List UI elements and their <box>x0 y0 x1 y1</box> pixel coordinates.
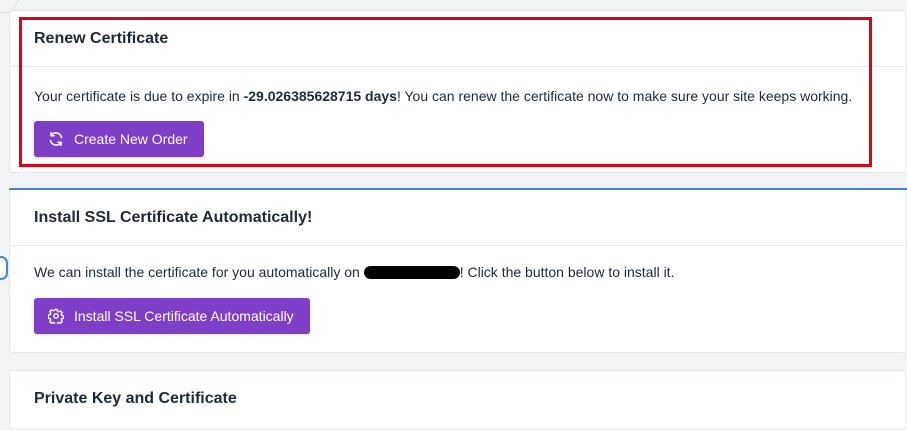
install-ssl-title: Install SSL Certificate Automatically! <box>34 208 313 226</box>
renew-certificate-title: Renew Certificate <box>34 29 169 47</box>
redacted-domain <box>363 266 460 279</box>
expiry-text-before: Your certificate is due to expire in <box>34 88 244 104</box>
renew-certificate-header: Renew Certificate <box>10 11 906 67</box>
renew-certificate-card: Renew Certificate Your certificate is du… <box>9 10 907 173</box>
private-key-header: Private Key and Certificate <box>10 371 906 427</box>
expiry-text-after: ! You can renew the certificate now to m… <box>396 88 853 104</box>
install-ssl-body: We can install the certificate for you a… <box>10 262 906 334</box>
install-ssl-header: Install SSL Certificate Automatically! <box>10 190 906 246</box>
install-ssl-card: Install SSL Certificate Automatically! W… <box>9 190 907 353</box>
create-new-order-button[interactable]: Create New Order <box>34 121 204 157</box>
private-key-card: Private Key and Certificate <box>9 370 907 430</box>
gear-icon <box>48 308 64 324</box>
create-new-order-label: Create New Order <box>74 131 188 147</box>
install-ssl-button[interactable]: Install SSL Certificate Automatically <box>34 298 310 334</box>
private-key-title: Private Key and Certificate <box>34 390 237 407</box>
install-text-after: ! Click the button below to install it. <box>459 264 675 280</box>
side-indicator-icon <box>0 256 8 280</box>
renew-certificate-body: Your certificate is due to expire in -29… <box>10 86 906 157</box>
expiry-message: Your certificate is due to expire in -29… <box>34 86 882 106</box>
install-ssl-label: Install SSL Certificate Automatically <box>74 308 294 324</box>
refresh-icon <box>48 131 64 147</box>
install-message: We can install the certificate for you a… <box>34 262 882 282</box>
expiry-days-value: -29.026385628715 days <box>243 88 397 104</box>
install-text-before: We can install the certificate for you a… <box>34 264 364 280</box>
